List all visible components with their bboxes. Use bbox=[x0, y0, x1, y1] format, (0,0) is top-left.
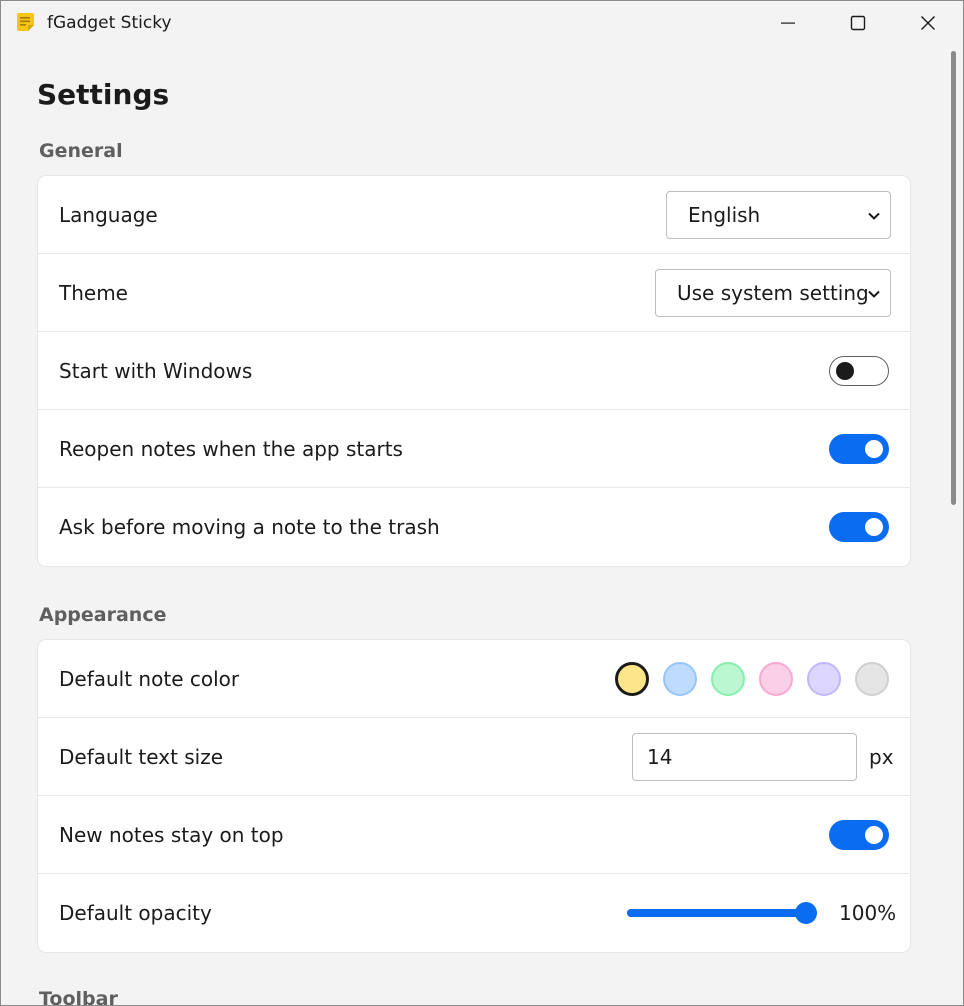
opacity-slider-fill bbox=[627, 909, 806, 917]
text-size-value: 14 bbox=[647, 745, 673, 769]
scrollbar-thumb[interactable] bbox=[951, 51, 956, 505]
start-with-windows-toggle[interactable] bbox=[829, 356, 889, 386]
theme-select-value: Use system setting bbox=[677, 281, 869, 305]
color-swatch-green[interactable] bbox=[711, 662, 745, 696]
chevron-down-icon bbox=[868, 212, 880, 220]
window-title: fGadget Sticky bbox=[47, 13, 172, 33]
start-with-windows-row: Start with Windows bbox=[38, 332, 910, 410]
page-title: Settings bbox=[37, 78, 170, 111]
chevron-down-icon bbox=[868, 290, 880, 298]
theme-select[interactable]: Use system setting bbox=[655, 269, 891, 317]
sticky-note-icon bbox=[15, 12, 36, 33]
default-text-size-row: Default text size 14 px bbox=[38, 718, 910, 796]
close-icon bbox=[921, 16, 935, 30]
maximize-button[interactable] bbox=[823, 1, 893, 45]
opacity-slider[interactable] bbox=[627, 902, 817, 924]
reopen-notes-row: Reopen notes when the app starts bbox=[38, 410, 910, 488]
reopen-notes-label: Reopen notes when the app starts bbox=[59, 437, 403, 461]
default-opacity-label: Default opacity bbox=[59, 901, 212, 925]
start-with-windows-label: Start with Windows bbox=[59, 359, 253, 383]
color-swatch-blue[interactable] bbox=[663, 662, 697, 696]
opacity-slider-thumb[interactable] bbox=[795, 902, 817, 924]
vertical-scrollbar[interactable] bbox=[948, 51, 960, 1003]
color-swatch-gray[interactable] bbox=[855, 662, 889, 696]
new-notes-on-top-toggle[interactable] bbox=[829, 820, 889, 850]
text-size-unit: px bbox=[869, 745, 894, 769]
default-note-color-row: Default note color bbox=[38, 640, 910, 718]
close-button[interactable] bbox=[893, 1, 963, 45]
ask-before-trash-label: Ask before moving a note to the trash bbox=[59, 515, 440, 539]
default-opacity-row: Default opacity 100% bbox=[38, 874, 910, 952]
color-swatch-pink[interactable] bbox=[759, 662, 793, 696]
theme-row: Theme Use system setting bbox=[38, 254, 910, 332]
section-title-appearance: Appearance bbox=[39, 604, 167, 626]
title-bar[interactable]: fGadget Sticky bbox=[1, 1, 963, 45]
app-window: fGadget Sticky Settings General Language… bbox=[0, 0, 964, 1006]
language-select-value: English bbox=[688, 203, 761, 227]
section-title-general: General bbox=[39, 140, 123, 162]
new-notes-on-top-row: New notes stay on top bbox=[38, 796, 910, 874]
toggle-knob bbox=[865, 440, 883, 458]
maximize-icon bbox=[850, 15, 866, 31]
color-swatch-yellow[interactable] bbox=[615, 662, 649, 696]
theme-label: Theme bbox=[59, 281, 128, 305]
minimize-icon bbox=[781, 22, 795, 24]
default-note-color-label: Default note color bbox=[59, 667, 240, 691]
language-select[interactable]: English bbox=[666, 191, 891, 239]
appearance-settings-card: Default note color Default text size 14 … bbox=[37, 639, 911, 953]
ask-before-trash-row: Ask before moving a note to the trash bbox=[38, 488, 910, 566]
general-settings-card: Language English Theme Use system settin… bbox=[37, 175, 911, 567]
text-size-input[interactable]: 14 bbox=[632, 733, 857, 781]
opacity-value: 100% bbox=[839, 901, 897, 925]
language-label: Language bbox=[59, 203, 158, 227]
section-title-toolbar: Toolbar bbox=[39, 988, 118, 1006]
color-swatch-purple[interactable] bbox=[807, 662, 841, 696]
new-notes-on-top-label: New notes stay on top bbox=[59, 823, 284, 847]
settings-content: Settings General Language English Theme … bbox=[1, 45, 947, 1006]
reopen-notes-toggle[interactable] bbox=[829, 434, 889, 464]
toggle-knob bbox=[865, 826, 883, 844]
default-text-size-label: Default text size bbox=[59, 745, 224, 769]
minimize-button[interactable] bbox=[753, 1, 823, 45]
ask-before-trash-toggle[interactable] bbox=[829, 512, 889, 542]
toggle-knob bbox=[865, 518, 883, 536]
language-row: Language English bbox=[38, 176, 910, 254]
toggle-knob bbox=[836, 361, 854, 380]
